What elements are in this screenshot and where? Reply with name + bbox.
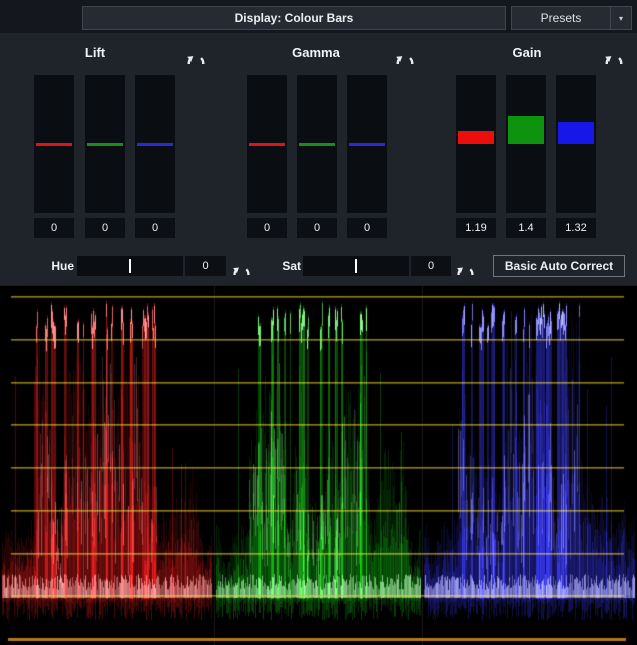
slider-handle (36, 143, 72, 146)
lift-section-label: Lift (60, 45, 130, 60)
lift-red-value[interactable]: 0 (34, 218, 74, 238)
reset-arrow-icon (231, 254, 252, 275)
lift-blue-slider[interactable] (135, 75, 175, 213)
gain-blue-slider[interactable] (556, 75, 596, 213)
reset-arrow-icon (185, 42, 207, 64)
gain-green-slider[interactable] (506, 75, 546, 213)
hue-slider-tick (129, 259, 131, 273)
reset-arrow-icon (603, 42, 625, 64)
lift-blue-value[interactable]: 0 (135, 218, 175, 238)
lift-reset-button[interactable] (185, 42, 207, 64)
sat-reset-button[interactable] (455, 254, 476, 275)
controls-area: Display: Colour Bars Presets ▾ Lift Gamm… (0, 0, 637, 285)
gamma-red-value[interactable]: 0 (247, 218, 287, 238)
gamma-red-slider[interactable] (247, 75, 287, 213)
gamma-blue-value[interactable]: 0 (347, 218, 387, 238)
lift-green-value[interactable]: 0 (85, 218, 125, 238)
sat-label: Sat (265, 259, 301, 273)
sat-slider[interactable] (303, 256, 409, 276)
slider-handle (249, 143, 285, 146)
chevron-down-icon: ▾ (619, 14, 623, 23)
hue-slider[interactable] (77, 256, 183, 276)
slider-handle (508, 116, 544, 144)
rgb-parade-waveform (0, 285, 637, 645)
gain-green-value[interactable]: 1.4 (506, 218, 546, 238)
display-colour-bars-button[interactable]: Display: Colour Bars (82, 6, 506, 30)
colour-correction-panel: Display: Colour Bars Presets ▾ Lift Gamm… (0, 0, 637, 645)
slider-handle (558, 122, 594, 144)
slider-handle (299, 143, 335, 146)
reset-arrow-icon (394, 42, 416, 64)
gain-red-slider[interactable] (456, 75, 496, 213)
sat-value[interactable]: 0 (411, 256, 451, 276)
sat-slider-tick (355, 259, 357, 273)
hue-label: Hue (38, 259, 74, 273)
hue-value[interactable]: 0 (185, 256, 226, 276)
hue-reset-button[interactable] (231, 254, 252, 275)
gain-blue-value[interactable]: 1.32 (556, 218, 596, 238)
gamma-section-label: Gamma (281, 45, 351, 60)
slider-handle (458, 131, 494, 144)
reset-arrow-icon (455, 254, 476, 275)
slider-handle (349, 143, 385, 146)
presets-split-button: Presets ▾ (511, 6, 632, 30)
gamma-reset-button[interactable] (394, 42, 416, 64)
gain-reset-button[interactable] (603, 42, 625, 64)
presets-button[interactable]: Presets (512, 7, 610, 29)
presets-dropdown-button[interactable]: ▾ (610, 7, 631, 29)
gamma-blue-slider[interactable] (347, 75, 387, 213)
slider-handle (137, 143, 173, 146)
basic-auto-correct-button[interactable]: Basic Auto Correct (493, 255, 625, 277)
lift-green-slider[interactable] (85, 75, 125, 213)
gain-red-value[interactable]: 1.19 (456, 218, 496, 238)
lift-red-slider[interactable] (34, 75, 74, 213)
gamma-green-slider[interactable] (297, 75, 337, 213)
gain-section-label: Gain (492, 45, 562, 60)
gamma-green-value[interactable]: 0 (297, 218, 337, 238)
slider-handle (87, 143, 123, 146)
